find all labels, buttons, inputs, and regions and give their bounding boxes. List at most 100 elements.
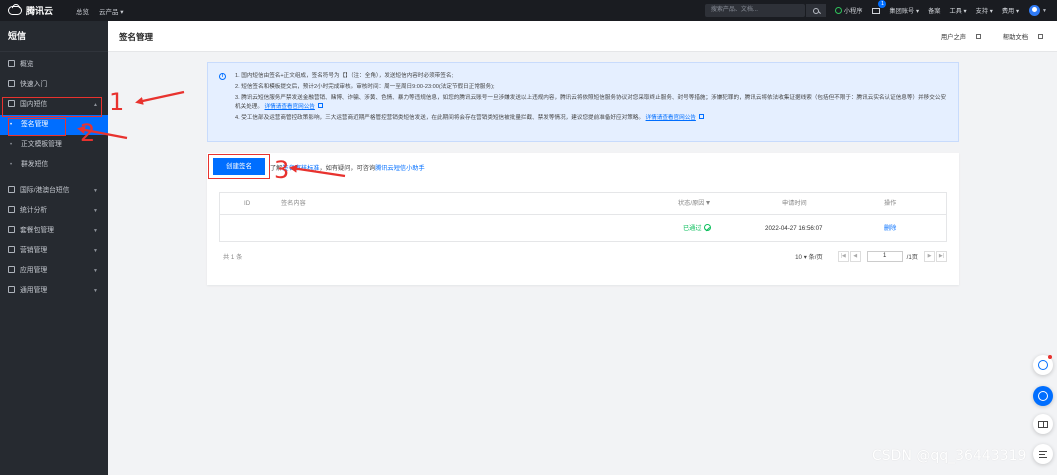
nav-overview[interactable]: 总览 [76,6,89,16]
sidebar: 短信 概览 快速入门 国内短信▲ 签名管理 正文模板管理 群发短信 国际/港澳台… [0,21,108,475]
last-page-button[interactable]: ▶| [936,250,947,262]
menu-button[interactable] [1033,444,1053,464]
users-icon [8,246,15,253]
total-count: 共 1 条 [223,254,243,261]
highlight-box-domestic-sms [2,97,102,117]
search-icon [812,7,819,14]
external-link-icon [1038,34,1043,39]
help-docs-link[interactable]: 帮助文档 [993,34,1043,41]
globe-icon [8,186,15,193]
support-button[interactable] [1033,386,1053,406]
feedback-button[interactable] [1033,355,1053,375]
book-icon [1038,420,1048,428]
notice-link[interactable]: 详情请查看官网公告 [646,115,696,121]
menu-tools[interactable]: 工具 ▾ [949,6,966,15]
page-header: 签名管理 用户之声 帮助文档 [108,21,1057,52]
package-icon [8,226,15,233]
status-badge: 已通过 [683,215,711,242]
help-text: 了解签名审核标准，如有疑问，可咨询腾讯云短信小助手 [270,165,425,172]
book-icon [8,80,15,87]
chart-icon [8,206,15,213]
chevron-down-icon: ▼ [93,248,98,254]
table-header: ID 签名内容 状态/原因 申请时间 操作 [220,193,946,215]
user-voice-link[interactable]: 用户之声 [931,34,982,41]
annotation-arrow-1 [135,90,185,105]
user-avatar[interactable] [1029,5,1041,16]
tencent-cloud-logo[interactable]: 腾讯云 [8,4,66,17]
signature-table: ID 签名内容 状态/原因 申请时间 操作 已通过 2022-04-27 16:… [219,192,947,242]
sidebar-item-statistics[interactable]: 统计分析 ▼ [0,201,108,221]
sidebar-item-marketing[interactable]: 营销管理 ▼ [0,241,108,261]
account-menu[interactable]: 集团账号 ▾ [889,6,919,15]
chevron-down-icon: ▼ [93,208,98,214]
smile-icon [1038,360,1048,370]
sidebar-item-international-sms[interactable]: 国际/港澳台短信 ▼ [0,181,108,201]
delete-link[interactable]: 删除 [884,215,896,242]
cloud-logo-icon [8,6,22,15]
message-icon[interactable]: 1 [872,0,887,14]
sidebar-item-package[interactable]: 套餐包管理 ▼ [0,221,108,241]
cell-time: 2022-04-27 16:56:07 [765,225,823,232]
next-page-button[interactable]: ▶ [924,250,935,262]
list-icon [8,286,15,293]
external-link-icon [976,34,982,39]
brand-name: 腾讯云 [26,6,54,16]
notification-dot [1048,355,1052,359]
column-action: 操作 [884,200,897,207]
column-id: ID [244,200,251,207]
headset-icon [1038,391,1048,401]
sidebar-item-overview[interactable]: 概览 [0,55,108,75]
column-status[interactable]: 状态/原因 [678,193,711,215]
page-title: 签名管理 [119,32,154,42]
highlight-box-signature [8,118,66,136]
app-icon [8,266,15,273]
sidebar-title: 短信 [0,21,108,52]
filter-icon[interactable] [706,201,711,205]
notice-line: 3. 腾讯云短信服务严禁发送金融营销、赌博、诈骗、涉黄、色情、暴力等违规信息，如… [235,95,947,110]
grid-icon [8,60,15,67]
annotation-number-3: 3 [274,156,290,184]
check-circle-icon [703,224,711,231]
table-footer: 共 1 条 10 ▾ 条/页 |◀ ◀ 1 /1页 ▶ ▶| [219,249,947,263]
external-link-icon [699,114,705,119]
message-count-badge: 1 [878,0,887,8]
column-time: 申请时间 [782,200,807,207]
sidebar-item-bulk-sms[interactable]: 群发短信 [0,155,108,175]
nav-products[interactable]: 云产品 ▾ [99,6,124,16]
menu-icon [1039,450,1047,458]
search-input[interactable]: 搜索产品、文档... [704,4,805,17]
sidebar-item-general[interactable]: 通用管理 ▼ [0,281,108,301]
menu-billing[interactable]: 费用 ▾ [1002,6,1019,15]
notice-line: 4. 受工信部及运营商管控政策影响，三大运营商近期严格管控营销类短信发送，在此期… [235,113,951,124]
info-icon: i [219,73,226,80]
sidebar-item-app-management[interactable]: 应用管理 ▼ [0,261,108,281]
notice-line: 2. 短信签名和模板提交后，预计2小时完成审核。审核时间：周一至周日9:00-2… [235,84,495,90]
table-row: 已通过 2022-04-27 16:56:07 删除 [220,215,946,242]
search-button[interactable] [805,4,826,17]
menu-support[interactable]: 支持 ▾ [976,6,993,15]
sms-assistant-link[interactable]: 腾讯云短信小助手 [375,165,425,172]
highlight-box-create [208,154,270,179]
page-total: /1页 [906,253,918,261]
chevron-down-icon: ▼ [93,288,98,294]
notice-link[interactable]: 详情请查看官网公告 [265,104,315,110]
annotation-number-1: 1 [109,88,125,116]
page-number-input[interactable]: 1 [866,250,903,262]
menu-beian[interactable]: 备案 [928,6,940,15]
first-page-button[interactable]: |◀ [837,250,849,262]
mini-program-icon [834,7,842,14]
page-size-select[interactable]: 10 ▾ 条/页 [795,252,823,261]
chevron-down-icon: ▼ [93,268,98,274]
chevron-down-icon: ▼ [93,188,98,194]
mini-program-link[interactable]: 小程序 [834,6,862,15]
chevron-down-icon[interactable]: ▼ [1042,8,1047,14]
chevron-down-icon: ▼ [93,228,98,234]
pagination: 10 ▾ 条/页 |◀ ◀ 1 /1页 ▶ ▶| [795,249,947,263]
notice-line: 1. 国内短信由签名+正文组成，签名符号为【】（注：全角），发送短信内容时必须带… [235,73,454,79]
annotation-number-2: 2 [80,119,96,147]
column-content: 签名内容 [281,200,306,207]
top-bar: 腾讯云 总览 云产品 ▾ 搜索产品、文档... 小程序 1 集团账号 ▾ 备案 … [0,0,1057,21]
prev-page-button[interactable]: ◀ [849,250,861,262]
sidebar-item-quickstart[interactable]: 快速入门 [0,75,108,95]
docs-button[interactable] [1033,414,1053,434]
